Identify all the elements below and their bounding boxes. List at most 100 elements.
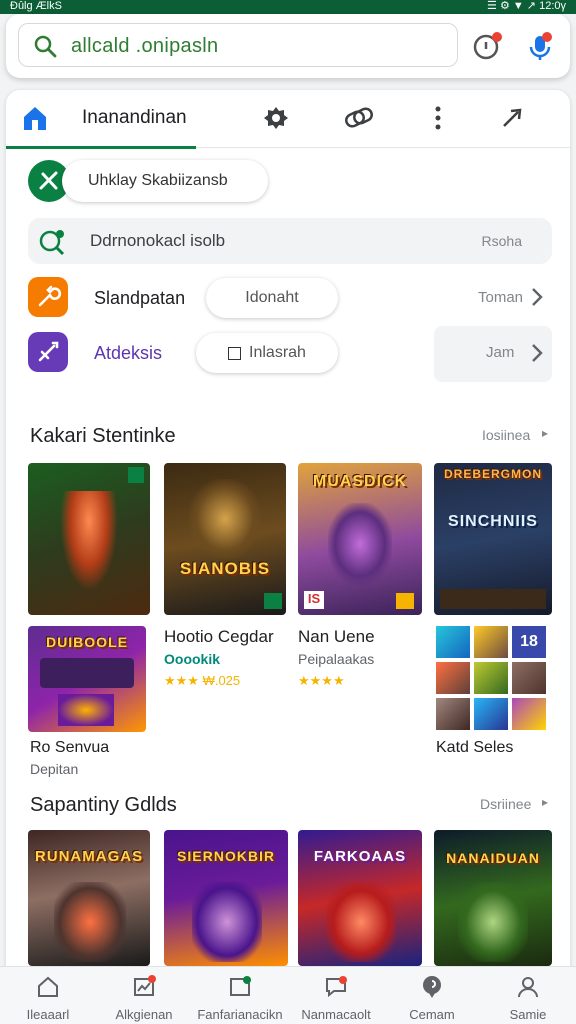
voice-search-button[interactable]: [524, 30, 556, 62]
app-2-title[interactable]: Hootio Cegdar: [164, 627, 274, 647]
game-tile-7[interactable]: SIERNOKBIR: [164, 830, 288, 966]
tile-badge-icon: [396, 593, 414, 609]
tab-more[interactable]: [426, 102, 450, 134]
nav-label: Nanmacaolt: [301, 1007, 371, 1022]
app-1-sub: Depitan: [30, 761, 79, 777]
tab-link[interactable]: [342, 102, 376, 134]
game-tile-7-title: SIERNOKBIR: [177, 848, 275, 864]
grid-cell: [436, 662, 470, 694]
more-vertical-icon: [435, 106, 441, 130]
game-art-2: [189, 479, 261, 559]
game-tile-2[interactable]: SIANOBIS: [164, 463, 286, 615]
search-input[interactable]: allcald .onipasln: [18, 23, 458, 67]
game-art-8: [326, 882, 396, 962]
main-card: Inanandinan Uhklay Skabiizansb Ddrnonoka…: [6, 90, 570, 1024]
nav-item-chat[interactable]: Nanmacaolt: [288, 971, 384, 1023]
game-tile-3-title: MUASDICK: [312, 473, 408, 490]
tab-share[interactable]: [498, 102, 530, 134]
grid-cell-badge: 18: [512, 626, 546, 658]
app-3-title[interactable]: Nan Uene: [298, 627, 375, 647]
chat-icon: [326, 976, 347, 998]
status-bar: Đûlg ÆlkS ☰ ⚙ ▼ ↗ 12:0γ: [0, 0, 576, 14]
settings-row-1-label: Slandpatan: [94, 288, 186, 308]
game-tile-6[interactable]: RUNAMAGAS: [28, 830, 150, 966]
settings-row-1-trail[interactable]: Toman: [478, 289, 523, 306]
nav-label: Ileaaarl: [26, 1007, 70, 1022]
more-arrow-icon: ▸: [542, 426, 549, 440]
game-art-5b: [58, 694, 114, 726]
notification-button[interactable]: [470, 30, 502, 62]
tab-home-label: Inanandinan: [82, 107, 187, 128]
app-1-title[interactable]: Ro Senvua: [30, 739, 109, 757]
search-card: allcald .onipasln: [6, 14, 570, 78]
settings-row-2-trail: Jam: [486, 344, 515, 361]
game-tile-4-top: DREBERGMON: [443, 467, 542, 481]
game-tile-9[interactable]: NANAIDUAN: [434, 830, 552, 966]
grid-cell: [436, 698, 470, 730]
filter-chip-label: Uhklay Skabiizansb: [88, 172, 228, 189]
section-1-more[interactable]: Iosiinea: [482, 427, 530, 443]
tile-badge-icon: [128, 467, 144, 483]
app-2-sub: Ooookik: [164, 651, 221, 667]
game-tile-8[interactable]: FARKOAAS: [298, 830, 422, 966]
nav-label: Alkgienan: [115, 1007, 173, 1022]
info-row-action[interactable]: Rsoha: [482, 233, 522, 249]
game-tile-1[interactable]: [28, 463, 150, 615]
game-tile-8-title: FARKOAAS: [313, 848, 407, 865]
tile-badge-icon: [264, 593, 282, 609]
tile-3-badge: IS: [304, 591, 324, 609]
tab-home[interactable]: Inanandinan: [20, 102, 210, 134]
status-left-text: Đûlg ÆlkS: [10, 0, 62, 12]
game-tile-5[interactable]: DUIBOOLE: [28, 626, 146, 732]
settings-row-2-pill[interactable]: Inlasrah: [196, 333, 338, 373]
chevron-right-icon: [532, 344, 543, 362]
game-tile-2-title: SIANOBIS: [179, 559, 271, 578]
section-2-more[interactable]: Dsriinee: [480, 796, 531, 812]
game-tile-6-title: RUNAMAGAS: [34, 848, 144, 865]
game-art-7: [192, 882, 262, 962]
game-art-9: [458, 882, 528, 962]
filter-chip[interactable]: Uhklay Skabiizansb: [62, 160, 268, 202]
nav-item-home[interactable]: Ileaaarl: [0, 971, 96, 1023]
section-2-title: Sapantiny Gdlds: [30, 794, 177, 816]
wrench-icon: [38, 285, 62, 307]
person-icon: [518, 977, 538, 998]
sword-icon: [38, 341, 59, 362]
nav-label: Cemam: [409, 1007, 455, 1022]
home-icon: [24, 107, 46, 130]
game-tile-3[interactable]: MUASDICK IS: [298, 463, 422, 615]
nav-label: Samie: [509, 1007, 547, 1022]
chevron-right-icon[interactable]: [530, 287, 544, 307]
game-art-3: [328, 503, 392, 585]
home-icon: [38, 976, 58, 997]
info-row[interactable]: Ddrnonokacl isolb Rsoha: [28, 218, 552, 264]
app-4-title[interactable]: Katd Seles: [436, 739, 513, 757]
game-art-6: [54, 882, 126, 962]
nav-item-profile[interactable]: Samie: [480, 971, 576, 1023]
badge-icon: [230, 976, 251, 996]
nav-item-badges[interactable]: Fanfarianacikn: [192, 971, 288, 1023]
game-tile-4[interactable]: DREBERGMON SINCHNIIS: [434, 463, 552, 615]
grid-cell: [474, 698, 508, 730]
game-tile-5-title: DUIBOOLE: [46, 634, 128, 650]
app-3-sub: Peipalaakas: [298, 651, 375, 667]
tab-active-indicator: [6, 146, 196, 149]
link-icon: [345, 107, 373, 128]
game-art-5: [40, 658, 134, 688]
game-grid-tile[interactable]: 18: [436, 626, 552, 732]
grid-cell: [474, 626, 508, 658]
bottom-nav: Ileaaarl Alkgienan Fanfarianacikn Nanmac…: [0, 966, 576, 1024]
game-art-1: [60, 491, 118, 591]
settings-row-2-trail-box[interactable]: Jam: [434, 326, 552, 382]
nav-item-location[interactable]: Cemam: [384, 971, 480, 1023]
settings-row-1-pill[interactable]: Idonaht: [206, 278, 338, 318]
mic-badge: [542, 32, 552, 42]
checkbox-icon[interactable]: [228, 346, 242, 360]
chart-icon: [134, 975, 156, 996]
nav-item-charts[interactable]: Alkgienan: [96, 971, 192, 1023]
settings-icon: [264, 107, 288, 129]
more-arrow-icon: ▸: [542, 795, 549, 809]
tab-settings[interactable]: [260, 102, 292, 134]
location-icon: [423, 976, 441, 998]
grid-cell: [436, 626, 470, 658]
